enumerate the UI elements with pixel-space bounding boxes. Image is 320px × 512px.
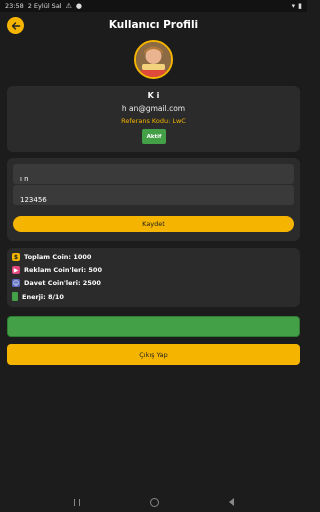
stat-total-coin: $ Toplam Coin: 1000 bbox=[12, 253, 91, 261]
recent-apps-icon[interactable] bbox=[73, 498, 80, 506]
edit-form: ı n 123456 Kaydet bbox=[7, 158, 300, 241]
logout-button[interactable]: Çıkış Yap bbox=[7, 344, 300, 365]
stat-invite-coin: ☺ Davet Coin'leri: 2500 bbox=[12, 279, 101, 287]
wifi-icon: ▾ bbox=[291, 1, 296, 10]
status-bar: 23:58 2 Eylül Sal ⚠ ● ▾ ▮ bbox=[0, 0, 307, 12]
username: K i bbox=[147, 91, 160, 100]
notification-icon: ⚠ bbox=[65, 1, 72, 10]
stat-text: Davet Coin'leri: 2500 bbox=[24, 279, 101, 287]
stat-text: Enerji: 8/10 bbox=[22, 292, 64, 301]
battery-icon bbox=[12, 292, 18, 301]
home-icon[interactable] bbox=[149, 497, 159, 507]
stats-card: $ Toplam Coin: 1000 ▶ Reklam Coin'leri: … bbox=[7, 248, 300, 307]
coin-bag-icon: $ bbox=[12, 253, 20, 261]
status-right: ▾ ▮ bbox=[291, 1, 302, 10]
system-nav-bar bbox=[0, 492, 307, 512]
phone-field-value: 123456 bbox=[20, 196, 47, 204]
warning-icon: ● bbox=[75, 1, 82, 10]
referral-code: Referans Kodu: LwC bbox=[121, 117, 186, 125]
battery-icon: ▮ bbox=[298, 1, 302, 10]
stat-ad-coin: ▶ Reklam Coin'leri: 500 bbox=[12, 266, 102, 274]
save-button[interactable]: Kaydet bbox=[13, 216, 294, 232]
green-action-button[interactable] bbox=[7, 316, 300, 337]
page-title: Kullanıcı Profili bbox=[108, 19, 199, 31]
email: h an@gmail.com bbox=[121, 104, 186, 113]
name-field[interactable]: ı n bbox=[13, 164, 294, 184]
avatar bbox=[134, 40, 173, 79]
avatar-photo bbox=[136, 42, 171, 77]
name-field-value: ı n bbox=[20, 175, 29, 183]
phone-field[interactable]: 123456 bbox=[13, 185, 294, 205]
video-icon: ▶ bbox=[12, 266, 20, 274]
stat-text: Reklam Coin'leri: 500 bbox=[24, 266, 102, 274]
status-badge[interactable]: Aktif bbox=[142, 129, 166, 144]
app-header: Kullanıcı Profili bbox=[0, 12, 307, 40]
status-left: 23:58 2 Eylül Sal ⚠ ● bbox=[5, 2, 82, 10]
profile-card: K i h an@gmail.com Referans Kodu: LwC Ak… bbox=[7, 86, 300, 152]
status-time: 23:58 bbox=[5, 2, 24, 10]
invite-user-icon: ☺ bbox=[12, 279, 20, 287]
back-icon[interactable] bbox=[228, 498, 234, 506]
status-date: 2 Eylül Sal bbox=[27, 2, 62, 10]
stat-text: Toplam Coin: 1000 bbox=[24, 253, 92, 261]
stat-energy: Enerji: 8/10 bbox=[12, 292, 64, 301]
